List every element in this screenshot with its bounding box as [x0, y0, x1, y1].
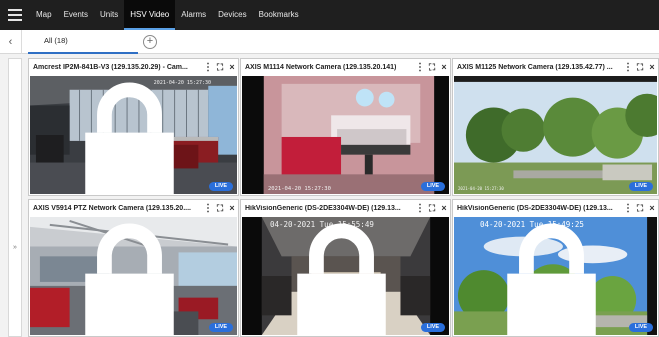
lock-icon — [85, 82, 174, 194]
live-badge: LIVE — [421, 182, 445, 191]
nav-item-devices[interactable]: Devices — [212, 0, 252, 30]
more-options-icon[interactable]: ⋮ — [202, 59, 214, 75]
more-options-icon[interactable]: ⋮ — [622, 59, 634, 75]
fullscreen-icon[interactable]: ⛶ — [214, 59, 226, 75]
video-feed[interactable]: 04-20-2021 Tue 15:55:49 LIVE — [242, 217, 449, 335]
nav-item-events[interactable]: Events — [58, 0, 94, 30]
nav-item-bookmarks[interactable]: Bookmarks — [253, 0, 305, 30]
close-icon[interactable]: × — [226, 200, 238, 216]
more-options-icon[interactable]: ⋮ — [622, 200, 634, 216]
expand-panel-icon[interactable]: » — [9, 244, 21, 251]
camera-tile[interactable]: AXIS V5914 PTZ Network Camera (129.135.2… — [28, 199, 239, 337]
video-feed[interactable]: 2021-04-20 15:27:30 LIVE — [454, 76, 657, 194]
hamburger-menu-icon[interactable] — [0, 0, 30, 30]
camera-tile-header: AXIS V5914 PTZ Network Camera (129.135.2… — [29, 200, 238, 216]
video-timestamp: 2021-04-20 15:27:30 — [458, 186, 504, 191]
fullscreen-icon[interactable]: ⛶ — [634, 59, 646, 75]
fullscreen-icon[interactable]: ⛶ — [426, 59, 438, 75]
plus-icon: + — [146, 35, 154, 47]
video-feed[interactable]: 2021-04-20 15:27:30 LIVE — [242, 76, 449, 194]
camera-title: HikVisionGeneric (DS-2DE3304W-DE) (129.1… — [457, 204, 613, 212]
video-frame-image — [454, 76, 657, 194]
nav-item-hsv-video[interactable]: HSV Video — [124, 0, 176, 30]
nav-item-units[interactable]: Units — [94, 0, 124, 30]
close-icon[interactable]: × — [438, 200, 450, 216]
lock-icon — [85, 223, 174, 335]
nav-item-alarms[interactable]: Alarms — [175, 0, 212, 30]
camera-tile-header: HikVisionGeneric (DS-2DE3304W-DE) (129.1… — [241, 200, 450, 216]
fullscreen-icon[interactable]: ⛶ — [214, 200, 226, 216]
live-badge: LIVE — [209, 182, 233, 191]
video-timestamp: 2021-04-20 15:27:30 — [268, 186, 331, 192]
video-grid: Amcrest IP2M-841B-V3 (129.135.20.29) - C… — [28, 58, 659, 337]
live-badge: LIVE — [629, 182, 653, 191]
camera-tile[interactable]: HikVisionGeneric (DS-2DE3304W-DE) (129.1… — [452, 199, 659, 337]
chevron-left-icon: ‹ — [8, 36, 13, 48]
more-options-icon[interactable]: ⋮ — [202, 200, 214, 216]
video-feed[interactable]: 04-20-2021 Tue 15:49:25 LIVE — [454, 217, 657, 335]
camera-tile[interactable]: HikVisionGeneric (DS-2DE3304W-DE) (129.1… — [240, 199, 451, 337]
camera-tile-header: HikVisionGeneric (DS-2DE3304W-DE) (129.1… — [453, 200, 658, 216]
close-icon[interactable]: × — [646, 200, 658, 216]
live-badge: LIVE — [629, 323, 653, 332]
close-icon[interactable]: × — [646, 59, 658, 75]
video-frame-image — [242, 76, 449, 194]
back-button[interactable]: ‹ — [0, 30, 22, 54]
camera-title: Amcrest IP2M-841B-V3 (129.135.20.29) - C… — [33, 63, 188, 71]
top-nav: Map Events Units HSV Video Alarms Device… — [0, 0, 659, 30]
video-feed[interactable]: LIVE — [30, 217, 237, 335]
camera-tile-header: Amcrest IP2M-841B-V3 (129.135.20.29) - C… — [29, 59, 238, 75]
close-icon[interactable]: × — [226, 59, 238, 75]
lock-icon — [297, 223, 386, 335]
camera-title: AXIS V5914 PTZ Network Camera (129.135.2… — [33, 204, 191, 212]
tab-bar: ‹ All (18) + — [0, 30, 659, 54]
camera-tile-header: AXIS M1114 Network Camera (129.135.20.14… — [241, 59, 450, 75]
camera-title: AXIS M1114 Network Camera (129.135.20.14… — [245, 63, 397, 71]
fullscreen-icon[interactable]: ⛶ — [634, 200, 646, 216]
live-badge: LIVE — [421, 323, 445, 332]
camera-title: HikVisionGeneric (DS-2DE3304W-DE) (129.1… — [245, 204, 401, 212]
fullscreen-icon[interactable]: ⛶ — [426, 200, 438, 216]
more-options-icon[interactable]: ⋮ — [414, 200, 426, 216]
camera-tile[interactable]: Amcrest IP2M-841B-V3 (129.135.20.29) - C… — [28, 58, 239, 196]
live-badge: LIVE — [209, 323, 233, 332]
more-options-icon[interactable]: ⋮ — [414, 59, 426, 75]
add-tab-button[interactable]: + — [143, 35, 157, 49]
video-feed[interactable]: 2021-04-20 15:27:30 LIVE — [30, 76, 237, 194]
camera-tile-header: AXIS M1125 Network Camera (129.135.42.77… — [453, 59, 658, 75]
tab-all[interactable]: All (18) — [28, 30, 138, 54]
side-rail: » — [8, 58, 22, 337]
lock-icon — [507, 223, 596, 335]
camera-tile[interactable]: AXIS M1114 Network Camera (129.135.20.14… — [240, 58, 451, 196]
close-icon[interactable]: × — [438, 59, 450, 75]
camera-title: AXIS M1125 Network Camera (129.135.42.77… — [457, 63, 613, 71]
camera-tile[interactable]: AXIS M1125 Network Camera (129.135.42.77… — [452, 58, 659, 196]
nav-item-map[interactable]: Map — [30, 0, 58, 30]
